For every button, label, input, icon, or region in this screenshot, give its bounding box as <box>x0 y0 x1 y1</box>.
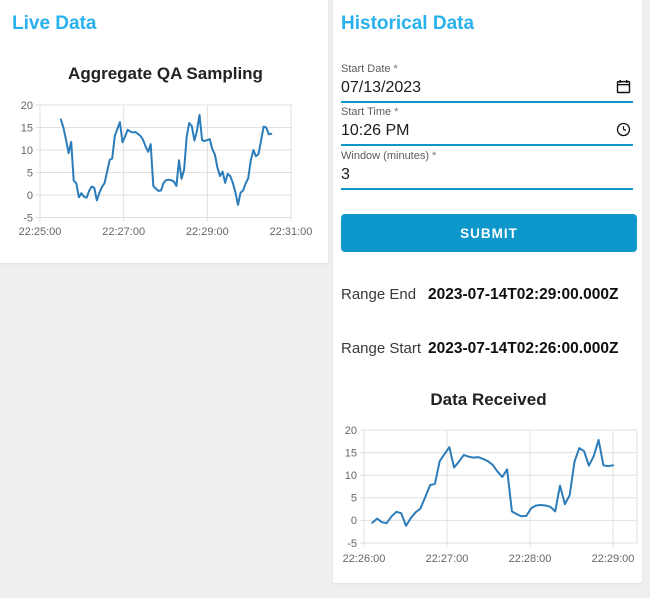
window-minutes-input[interactable]: 3 <box>341 164 633 186</box>
svg-text:-5: -5 <box>347 538 357 550</box>
svg-text:22:25:00: 22:25:00 <box>19 226 62 238</box>
historical-data-heading: Historical Data <box>341 13 475 34</box>
range-start-value: 2023-07-14T02:26:00.000Z <box>428 340 619 357</box>
svg-text:5: 5 <box>351 493 357 505</box>
range-start-row: Range Start 2023-07-14T02:26:00.000Z <box>341 340 618 358</box>
live-data-heading: Live Data <box>12 13 97 34</box>
start-date-input[interactable]: 07/13/2023 <box>341 77 633 99</box>
historical-data-panel: Historical Data Start Date * 07/13/2023 S… <box>333 0 642 583</box>
window-minutes-label: Window (minutes) * <box>341 150 437 162</box>
svg-text:22:31:00: 22:31:00 <box>270 226 313 238</box>
window-minutes-field[interactable]: Window (minutes) * 3 <box>341 147 633 190</box>
historical-chart-title: Data Received <box>430 390 547 409</box>
svg-text:10: 10 <box>21 145 33 157</box>
svg-text:22:27:00: 22:27:00 <box>426 553 469 565</box>
svg-text:22:29:00: 22:29:00 <box>186 226 229 238</box>
svg-text:22:27:00: 22:27:00 <box>102 226 145 238</box>
start-time-field[interactable]: Start Time * 10:26 PM <box>341 103 633 146</box>
range-end-label: Range End <box>341 286 417 303</box>
required-asterisk: * <box>394 106 399 118</box>
svg-text:15: 15 <box>345 447 357 459</box>
range-end-row: Range End 2023-07-14T02:29:00.000Z <box>341 286 618 304</box>
historical-line-chart: 20 15 10 5 0 -5 22:26:00 22:27:00 22:28:00 22:29:… <box>343 425 638 565</box>
live-line-chart: 20 15 10 5 0 -5 22:25:00 22:27:00 22:29:00 22:31:… <box>19 100 313 238</box>
start-date-label: Start Date * <box>341 63 398 75</box>
start-time-input[interactable]: 10:26 PM <box>341 120 633 142</box>
clock-icon[interactable] <box>616 122 631 137</box>
range-start-label: Range Start <box>341 340 422 357</box>
required-asterisk: * <box>393 63 398 75</box>
svg-text:20: 20 <box>21 100 33 112</box>
svg-text:0: 0 <box>27 190 33 202</box>
live-data-panel: Live Data Aggregate QA Sampling 20 15 10 5 0… <box>0 0 328 263</box>
svg-text:15: 15 <box>21 122 33 134</box>
range-end-value: 2023-07-14T02:29:00.000Z <box>428 286 619 303</box>
svg-text:22:28:00: 22:28:00 <box>509 553 552 565</box>
svg-text:22:29:00: 22:29:00 <box>592 553 635 565</box>
svg-text:-5: -5 <box>23 212 33 224</box>
calendar-icon[interactable] <box>616 79 631 94</box>
start-date-field[interactable]: Start Date * 07/13/2023 <box>341 60 633 103</box>
svg-text:10: 10 <box>345 470 357 482</box>
svg-text:0: 0 <box>351 515 357 527</box>
svg-text:20: 20 <box>345 425 357 437</box>
submit-button[interactable]: SUBMIT <box>341 214 637 252</box>
svg-text:22:26:00: 22:26:00 <box>343 553 386 565</box>
required-asterisk: * <box>432 150 437 162</box>
svg-text:5: 5 <box>27 167 33 179</box>
start-time-label: Start Time * <box>341 106 399 118</box>
